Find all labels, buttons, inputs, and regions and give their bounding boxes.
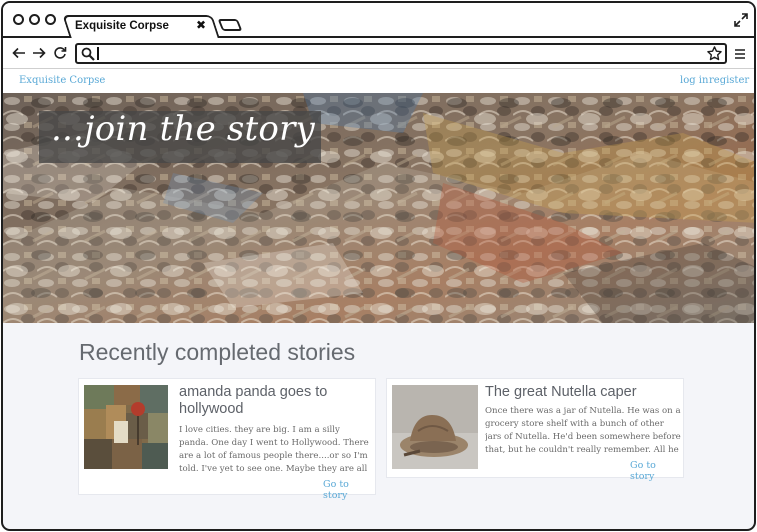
- expand-icon[interactable]: [734, 13, 748, 27]
- story-thumbnail-painting: [84, 385, 168, 469]
- tab-title: Exquisite Corpse: [75, 20, 169, 32]
- story-card[interactable]: amanda panda goes to hollywood I love ci…: [78, 378, 376, 501]
- story-title[interactable]: amanda panda goes to hollywood: [179, 384, 369, 418]
- site-navbar: Exquisite Corpse log in register: [3, 69, 754, 93]
- forward-arrow-icon[interactable]: [32, 46, 46, 60]
- back-arrow-icon[interactable]: [12, 46, 26, 60]
- window-zoom-dot[interactable]: [45, 14, 56, 25]
- go-to-story-link[interactable]: Go to story: [323, 479, 375, 501]
- reload-icon[interactable]: [53, 46, 67, 60]
- story-excerpt: I love cities. they are big. I am a sill…: [179, 425, 369, 474]
- story-card[interactable]: The great Nutella caper Once there was a…: [386, 378, 684, 482]
- story-thumbnail-sculpture: [392, 385, 478, 469]
- go-to-story-link[interactable]: Go to story: [630, 460, 683, 482]
- hero-tagline: ...join the story: [51, 109, 315, 149]
- hero-banner: ...join the story: [3, 93, 754, 323]
- window-minimize-dot[interactable]: [29, 14, 40, 25]
- story-title[interactable]: The great Nutella caper: [485, 384, 680, 401]
- brand-link[interactable]: Exquisite Corpse: [19, 75, 105, 86]
- story-excerpt: Once there was a jar of Nutella. He was …: [485, 406, 681, 455]
- login-link[interactable]: log in: [680, 75, 708, 86]
- address-bar[interactable]: [75, 43, 727, 64]
- register-link[interactable]: register: [709, 75, 749, 86]
- hamburger-menu-icon[interactable]: [734, 48, 746, 60]
- browser-titlebar: Exquisite Corpse ✖: [3, 3, 754, 38]
- tab-close-icon[interactable]: ✖: [196, 17, 206, 33]
- section-title: Recently completed stories: [79, 339, 356, 365]
- browser-toolbar: [3, 36, 754, 69]
- browser-window: Exquisite Corpse ✖ Exquisite Corpse log …: [1, 1, 756, 531]
- window-close-dot[interactable]: [13, 14, 24, 25]
- new-tab-button[interactable]: [217, 19, 243, 31]
- search-icon: [81, 47, 95, 61]
- text-cursor: [97, 47, 99, 60]
- bookmark-star-icon[interactable]: [707, 46, 722, 61]
